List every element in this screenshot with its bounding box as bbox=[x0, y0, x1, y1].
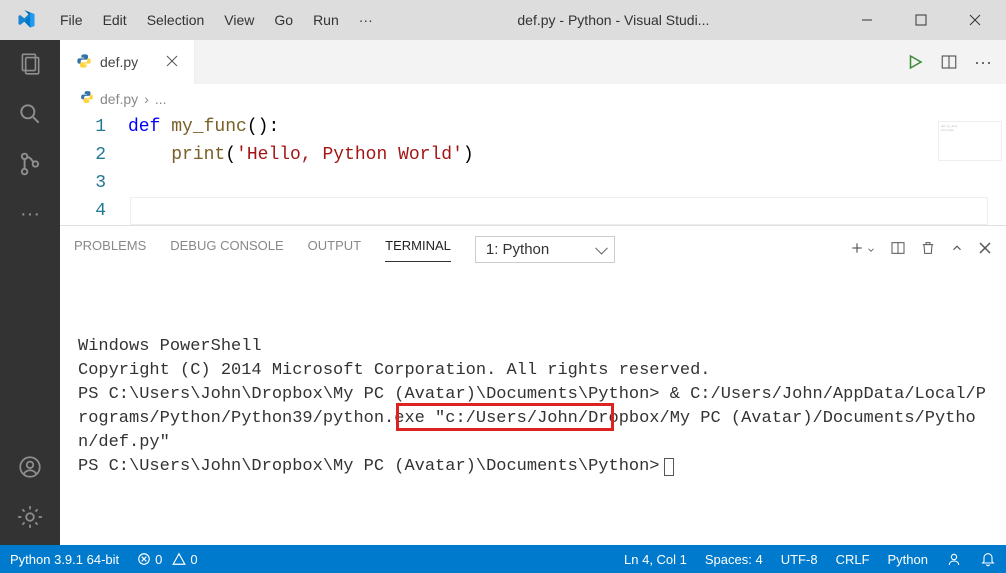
panel-tab-terminal[interactable]: TERMINAL bbox=[385, 238, 451, 262]
settings-gear-icon[interactable] bbox=[16, 503, 44, 531]
editor-tab-row: def.py ··· bbox=[60, 40, 1006, 84]
minimap[interactable]: def my_funcprint hello bbox=[938, 121, 1002, 161]
breadcrumb-trail[interactable]: ... bbox=[155, 91, 167, 107]
line-number: 2 bbox=[60, 141, 128, 169]
panel-tab-output[interactable]: OUTPUT bbox=[308, 238, 361, 261]
panel-tab-debug-console[interactable]: DEBUG CONSOLE bbox=[170, 238, 283, 261]
source-control-icon[interactable] bbox=[16, 150, 44, 178]
status-bar: Python 3.9.1 64-bit 0 0 Ln 4, Col 1 Spac… bbox=[0, 545, 1006, 573]
menu-edit[interactable]: Edit bbox=[93, 8, 137, 32]
close-button[interactable] bbox=[952, 0, 998, 40]
status-encoding[interactable]: UTF-8 bbox=[781, 552, 818, 567]
terminal-selector-dropdown[interactable]: 1: Python bbox=[475, 236, 615, 263]
more-icon[interactable]: ··· bbox=[16, 200, 44, 228]
python-file-icon bbox=[76, 53, 92, 72]
maximize-panel-icon[interactable] bbox=[950, 241, 964, 258]
explorer-icon[interactable] bbox=[16, 50, 44, 78]
activity-bar: ··· bbox=[0, 40, 60, 545]
menu-view[interactable]: View bbox=[214, 8, 264, 32]
line-number: 4 bbox=[60, 197, 128, 225]
minimize-button[interactable] bbox=[844, 0, 890, 40]
split-terminal-icon[interactable] bbox=[890, 240, 906, 259]
status-feedback-icon[interactable] bbox=[946, 551, 962, 567]
breadcrumb-separator: › bbox=[144, 91, 149, 107]
bottom-panel: PROBLEMS DEBUG CONSOLE OUTPUT TERMINAL 1… bbox=[60, 225, 1006, 545]
run-file-icon[interactable] bbox=[906, 53, 924, 71]
status-ln-col[interactable]: Ln 4, Col 1 bbox=[624, 552, 687, 567]
split-editor-icon[interactable] bbox=[940, 53, 958, 71]
search-icon[interactable] bbox=[16, 100, 44, 128]
code-line[interactable]: 1def my_func(): bbox=[60, 113, 1006, 141]
editor-tab-defpy[interactable]: def.py bbox=[60, 40, 195, 84]
line-number: 3 bbox=[60, 169, 128, 197]
editor-more-icon[interactable]: ··· bbox=[974, 52, 992, 73]
menu-more[interactable]: ··· bbox=[349, 8, 383, 32]
maximize-button[interactable] bbox=[898, 0, 944, 40]
code-line[interactable]: 3 bbox=[60, 169, 1006, 197]
line-number: 1 bbox=[60, 113, 128, 141]
python-file-icon bbox=[80, 90, 94, 107]
panel-tab-problems[interactable]: PROBLEMS bbox=[74, 238, 146, 261]
title-bar: File Edit Selection View Go Run ··· def.… bbox=[0, 0, 1006, 40]
terminal-content[interactable]: Windows PowerShellCopyright (C) 2014 Mic… bbox=[60, 263, 1006, 545]
code-editor[interactable]: def my_funcprint hello 1def my_func():2 … bbox=[60, 113, 1006, 225]
status-bell-icon[interactable] bbox=[980, 551, 996, 567]
kill-terminal-icon[interactable] bbox=[920, 240, 936, 259]
code-line[interactable]: 2 print('Hello, Python World') bbox=[60, 141, 1006, 169]
status-eol[interactable]: CRLF bbox=[836, 552, 870, 567]
menu-file[interactable]: File bbox=[50, 8, 93, 32]
status-errors[interactable]: 0 0 bbox=[137, 552, 197, 567]
menu-run[interactable]: Run bbox=[303, 8, 349, 32]
breadcrumb-file[interactable]: def.py bbox=[100, 91, 138, 107]
menu-go[interactable]: Go bbox=[264, 8, 303, 32]
vscode-logo-icon bbox=[16, 10, 36, 30]
close-tab-icon[interactable] bbox=[166, 54, 178, 70]
tab-label: def.py bbox=[100, 54, 138, 70]
close-panel-icon[interactable] bbox=[978, 241, 992, 258]
breadcrumb[interactable]: def.py › ... bbox=[60, 84, 1006, 113]
new-terminal-icon[interactable] bbox=[850, 241, 876, 258]
status-spaces[interactable]: Spaces: 4 bbox=[705, 552, 763, 567]
window-title: def.py - Python - Visual Studi... bbox=[383, 12, 844, 28]
account-icon[interactable] bbox=[16, 453, 44, 481]
status-python-version[interactable]: Python 3.9.1 64-bit bbox=[10, 552, 119, 567]
menu-selection[interactable]: Selection bbox=[137, 8, 215, 32]
status-language[interactable]: Python bbox=[888, 552, 928, 567]
